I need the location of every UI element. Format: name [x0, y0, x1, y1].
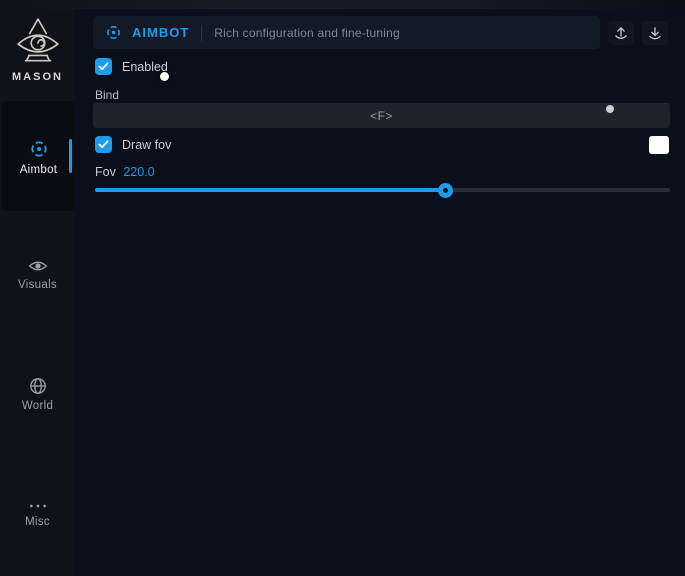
mouse-cursor-dot: [160, 72, 169, 81]
sidebar-item-aimbot[interactable]: Aimbot: [2, 101, 75, 211]
bind-label: Bind: [95, 88, 119, 102]
check-icon: [98, 140, 109, 149]
upload-tray-icon: [613, 25, 629, 42]
page-subtitle: Rich configuration and fine-tuning: [214, 26, 400, 40]
enabled-label: Enabled: [122, 60, 168, 74]
brand-logo: MASON: [0, 17, 75, 83]
crosshair-icon: [29, 139, 49, 159]
enabled-checkbox[interactable]: [95, 58, 112, 75]
bind-key-field[interactable]: <F>: [93, 103, 670, 128]
crosshair-icon: [105, 24, 122, 41]
globe-icon: [29, 377, 47, 395]
fov-color-swatch[interactable]: [649, 136, 669, 154]
bind-key-value: <F>: [370, 109, 393, 123]
draw-fov-checkbox[interactable]: [95, 136, 112, 153]
enabled-row: Enabled: [95, 58, 168, 75]
page-title: AIMBOT: [132, 25, 189, 40]
eye-icon: [28, 258, 48, 274]
draw-fov-label: Draw fov: [122, 138, 171, 152]
slider-thumb-hole: [443, 188, 448, 193]
sidebar-item-misc[interactable]: Misc: [0, 501, 75, 528]
brand-name: MASON: [0, 71, 75, 83]
draw-fov-row: Draw fov: [95, 136, 171, 153]
particle-dot: [606, 105, 614, 113]
fov-value: 220.0: [123, 165, 154, 179]
download-tray-icon: [647, 25, 663, 42]
check-icon: [98, 62, 109, 71]
sidebar-item-world[interactable]: World: [0, 377, 75, 412]
window-top-strip: [0, 0, 685, 9]
slider-fill: [95, 188, 445, 192]
slider-thumb[interactable]: [438, 183, 453, 198]
sidebar: MASON Aimbot Visuals World Misc: [0, 9, 75, 576]
fov-slider[interactable]: [95, 181, 670, 199]
fov-label-row: Fov 220.0: [95, 165, 155, 179]
sidebar-item-visuals[interactable]: Visuals: [0, 258, 75, 291]
main-content: AIMBOT Rich configuration and fine-tunin…: [75, 9, 685, 576]
masonic-eye-pyramid-icon: [14, 17, 62, 69]
download-config-button[interactable]: [642, 21, 668, 45]
sidebar-item-label: World: [0, 400, 75, 412]
sidebar-item-label: Misc: [0, 516, 75, 528]
active-tab-indicator: [69, 139, 72, 173]
fov-label: Fov: [95, 165, 116, 179]
section-header: AIMBOT Rich configuration and fine-tunin…: [93, 16, 600, 49]
divider: [201, 25, 202, 41]
ellipsis-icon: [28, 501, 48, 511]
sidebar-item-label: Aimbot: [2, 164, 75, 176]
upload-config-button[interactable]: [608, 21, 634, 45]
sidebar-item-label: Visuals: [0, 279, 75, 291]
